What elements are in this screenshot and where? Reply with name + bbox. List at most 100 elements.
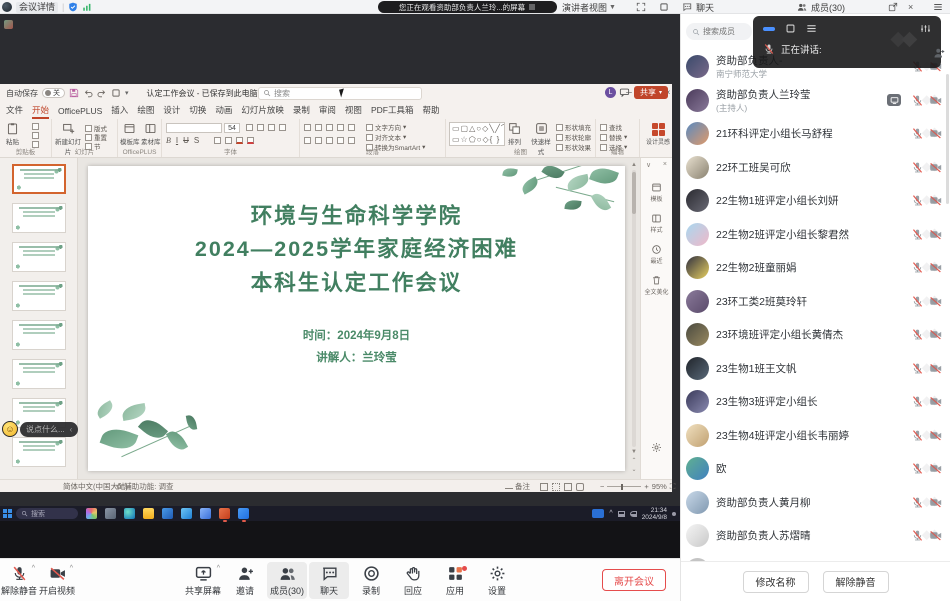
fullscreen-icon[interactable] xyxy=(636,2,646,12)
view-mode-dropdown[interactable]: 演讲者视图 ▼ xyxy=(562,0,616,14)
toolbar-item[interactable]: 聊天 ^ xyxy=(309,562,349,599)
small-window-icon[interactable] xyxy=(785,23,796,34)
member-row[interactable]: 资助部负责人苏熠晴 xyxy=(681,519,950,553)
toolbar-item[interactable]: 开启视频 ^ xyxy=(38,562,76,599)
invite-icon xyxy=(237,565,254,582)
camera-off-icon xyxy=(929,328,942,341)
mic-muted-icon xyxy=(911,395,924,408)
shapes-gallery: ▭▢△○◇╲╱⌒▭☆⬠○◇{ }⌒ xyxy=(449,122,505,146)
side-tool-icon xyxy=(651,275,662,286)
minimize-overlay-icon[interactable] xyxy=(763,27,775,31)
clipboard-group: 粘贴 剪贴板 xyxy=(0,119,52,157)
member-row[interactable]: 22生物1班评定小组长刘妍 xyxy=(681,184,950,218)
member-row[interactable]: 21环科评定小组长马舒程 xyxy=(681,117,950,151)
side-tool-label: 模板 xyxy=(650,194,662,203)
toolbar-item[interactable]: 设置 ^ xyxy=(477,562,517,599)
member-row[interactable]: 23环工类2班莫玲轩 xyxy=(681,285,950,319)
side-tool-item: 全文美化 xyxy=(641,275,672,296)
chat-icon xyxy=(321,565,338,582)
member-list-scrollbar[interactable] xyxy=(946,74,949,204)
slideshow-view-icon xyxy=(576,483,584,491)
search-icon xyxy=(263,89,271,97)
toolbar-item[interactable]: 共享屏幕 ^ xyxy=(183,562,223,599)
tray-chevron-icon: ^ xyxy=(609,510,612,517)
member-avatar xyxy=(686,223,709,246)
security-shield-icon[interactable] xyxy=(68,2,78,12)
toolbar-item[interactable]: 邀请 ^ xyxy=(225,562,265,599)
right-tools-panel: ∨× 模板 样式 xyxy=(640,158,672,479)
font-style-button: S xyxy=(194,136,199,145)
rename-button[interactable]: 修改名称 xyxy=(743,571,809,593)
member-row[interactable]: 资助部负责人黄月柳 xyxy=(681,486,950,520)
side-tool-icon xyxy=(651,244,662,255)
popout-panel-icon[interactable] xyxy=(888,2,898,12)
member-row[interactable]: 欧 xyxy=(681,452,950,486)
toolbar-item[interactable]: 应用 ^ xyxy=(435,562,475,599)
gear-icon xyxy=(651,442,662,453)
word-icon xyxy=(162,508,173,519)
member-name: 资助部负责人黄月柳 xyxy=(716,495,906,510)
slide-editing-area: 环境与生命科学学院 2024—2025学年家庭经济困难 本科生认定工作会议 时间… xyxy=(78,158,640,479)
member-row[interactable]: 22生物2班评定小组长黎君然 xyxy=(681,218,950,252)
member-row[interactable]: 22环工班吴可欣 xyxy=(681,151,950,185)
member-row[interactable]: 23生物1班王文帆 xyxy=(681,352,950,386)
member-name: 资助部负责人苏熠晴 xyxy=(716,528,906,543)
camera-off-icon xyxy=(929,127,942,140)
member-row[interactable]: 23环境班评定小组长黄倩杰 xyxy=(681,318,950,352)
member-name: 21环科评定小组长马舒程 xyxy=(716,126,906,141)
chevron-up-icon[interactable]: ^ xyxy=(217,565,220,572)
unmute-button[interactable]: 解除静音 xyxy=(823,571,889,593)
folder-icon xyxy=(143,508,154,519)
more-menu-icon[interactable] xyxy=(933,2,943,12)
say-something-pill: 说点什么... ‹ xyxy=(20,422,78,437)
tab-members[interactable]: 成员(30) xyxy=(797,0,845,14)
slide-thumbnail xyxy=(12,437,66,467)
close-panel-icon[interactable]: × xyxy=(908,2,913,12)
toolbar-item[interactable]: 录制 ^ xyxy=(351,562,391,599)
member-row[interactable]: 资助部负责人兰玲莹 (主持人) xyxy=(681,84,950,118)
notification-icon xyxy=(672,512,676,516)
member-panel: 正在讲话: 资助部负责人- 南宁师范大学 xyxy=(680,14,950,601)
chevron-up-icon[interactable]: ^ xyxy=(32,565,35,572)
meeting-details-button[interactable]: 会议详情 xyxy=(16,2,58,13)
shared-desktop-taskbar: 搜索 xyxy=(0,506,680,521)
toolbar-item[interactable]: 成员(30) ^ xyxy=(267,562,307,599)
add-member-icon[interactable] xyxy=(933,47,945,59)
camera-off-icon xyxy=(929,94,942,107)
member-row[interactable]: 23生物3班评定小组长 xyxy=(681,385,950,419)
member-avatar xyxy=(686,290,709,313)
autosave-state: 关 xyxy=(53,88,60,98)
editing-group: 查找 替换▾ 选择▾ 编辑 xyxy=(596,119,640,157)
zoom-slider xyxy=(607,486,641,487)
toolbar-item[interactable]: 解除静音 ^ xyxy=(0,562,38,599)
volume-icon xyxy=(630,511,637,517)
side-tool-label: 最近 xyxy=(650,256,662,265)
layout-menu-icon[interactable] xyxy=(528,3,536,11)
chevron-up-icon[interactable]: ^ xyxy=(70,565,73,572)
screen-sharing-badge xyxy=(887,94,901,106)
member-row[interactable] xyxy=(681,553,950,562)
float-window-icon[interactable] xyxy=(659,2,669,12)
list-view-icon[interactable] xyxy=(806,23,817,34)
member-row[interactable]: 23生物4班评定小组长韦丽婷 xyxy=(681,419,950,453)
member-search-input[interactable] xyxy=(703,27,743,36)
member-avatar xyxy=(686,189,709,212)
group-label: 剪贴板 xyxy=(0,146,51,156)
members-tab-label: 成员(30) xyxy=(811,1,845,14)
group-label: 编辑 xyxy=(596,146,639,156)
member-avatar xyxy=(686,524,709,547)
member-subtitle: 南宁师范大学 xyxy=(716,68,906,80)
toolbar-item-label: 解除静音 xyxy=(1,584,37,597)
audio-mixer-icon[interactable] xyxy=(920,23,931,34)
network-signal-icon[interactable] xyxy=(82,2,92,12)
mic-muted-icon xyxy=(911,295,924,308)
leave-meeting-button[interactable]: 离开会议 xyxy=(602,569,666,591)
font-name-box xyxy=(166,123,222,133)
font-size-box: 54 xyxy=(224,123,240,133)
member-row[interactable]: 22生物2班童丽娟 xyxy=(681,251,950,285)
group-label: 绘图 xyxy=(446,146,595,156)
member-search-box[interactable] xyxy=(686,23,752,40)
tab-chat[interactable]: 聊天 xyxy=(682,0,714,14)
toolbar-item[interactable]: 回应 ^ xyxy=(393,562,433,599)
desktop-icon xyxy=(4,20,13,29)
